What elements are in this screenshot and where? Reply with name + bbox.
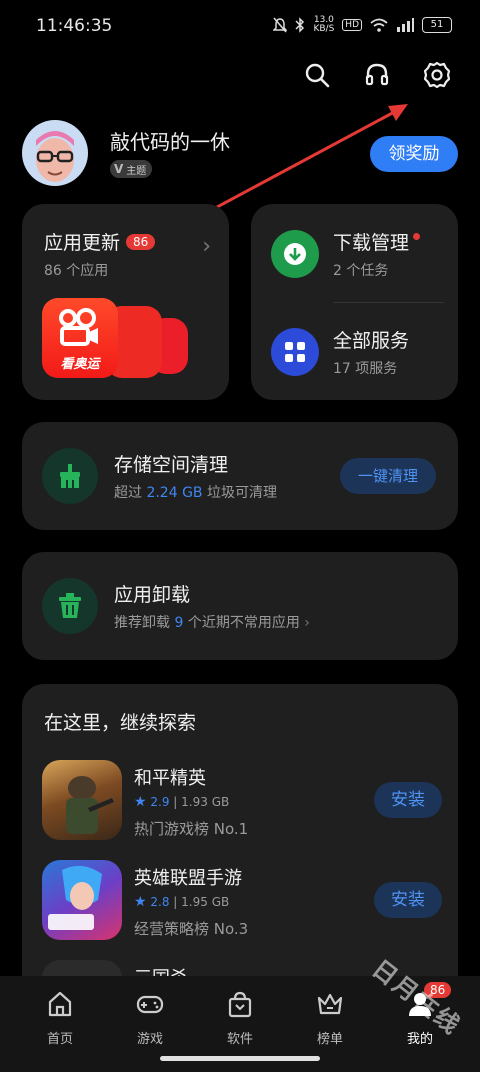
download-icon (271, 230, 319, 278)
game-meta: ★ 2.9 | 1.93 GB (134, 794, 230, 810)
game-item[interactable]: 和平精英 ★ 2.9 | 1.93 GB 热门游戏榜 No.1 安装 (42, 760, 442, 844)
app-uninstall-card[interactable]: 应用卸载 推荐卸载 9 个近期不常用应用 › (22, 552, 458, 660)
home-icon (48, 991, 72, 1017)
uninstall-sub: 推荐卸载 9 个近期不常用应用 › (114, 615, 310, 631)
tab-games[interactable]: 游戏 (112, 990, 188, 1050)
chevron-right-icon: › (304, 615, 310, 631)
home-indicator[interactable] (160, 1056, 320, 1061)
new-dot (413, 233, 421, 240)
shopping-bag-icon (228, 991, 252, 1018)
quick-entry-card: 下载管理 2 个任务 全部服务 17 项服务 (251, 204, 458, 400)
app-update-title: 应用更新 86 (44, 228, 156, 255)
game-rank: 经营策略榜 No.3 (134, 920, 249, 938)
star-icon: ★ (134, 794, 147, 810)
peace-elite-app-icon (42, 760, 122, 840)
install-button[interactable]: 安装 (374, 882, 442, 918)
game-rank: 热门游戏榜 No.1 (134, 820, 249, 838)
tab-rankings[interactable]: 榜单 (292, 990, 368, 1050)
update-app-icons: 看奥运 (42, 298, 192, 388)
download-title: 下载管理 (333, 228, 421, 255)
tab-home[interactable]: 首页 (22, 990, 98, 1050)
game-name: 和平精英 (134, 768, 206, 789)
avatar[interactable] (22, 120, 88, 186)
user-name: 敲代码的一休 (110, 130, 230, 154)
gamepad-icon (136, 995, 164, 1014)
all-services-entry[interactable]: 全部服务 17 项服务 (271, 324, 443, 384)
app-update-sub: 86 个应用 (44, 263, 109, 279)
lol-mobile-app-icon (42, 860, 122, 940)
game-name: 英雄联盟手游 (134, 868, 242, 889)
uninstall-title: 应用卸载 (114, 584, 191, 606)
grid-icon (271, 328, 319, 376)
one-click-clean-button[interactable]: 一键清理 (340, 458, 436, 494)
claim-reward-button[interactable]: 领奖励 (370, 136, 458, 172)
download-sub: 2 个任务 (333, 263, 389, 279)
storage-title: 存储空间清理 (114, 454, 229, 476)
crown-icon (317, 993, 343, 1015)
divider (333, 302, 444, 303)
download-manager-entry[interactable]: 下载管理 2 个任务 (271, 226, 443, 286)
trash-icon (42, 578, 98, 634)
chevron-right-icon: › (202, 234, 211, 259)
profile-header: 敲代码的一休 V 主题 领奖励 (22, 120, 458, 190)
game-meta: ★ 2.8 | 1.95 GB (134, 894, 230, 910)
storage-sub: 超过 2.24 GB 垃圾可清理 (114, 485, 277, 501)
game-item[interactable]: 英雄联盟手游 ★ 2.8 | 1.95 GB 经营策略榜 No.3 安装 (42, 860, 442, 944)
services-sub: 17 项服务 (333, 361, 398, 377)
kuaishou-app-icon: 看奥运 (42, 298, 118, 378)
star-icon: ★ (134, 894, 147, 910)
tab-software[interactable]: 软件 (202, 990, 278, 1050)
app-update-card[interactable]: 应用更新 86 86 个应用 › 看奥运 (22, 204, 229, 400)
v-icon: V (114, 162, 124, 176)
broom-icon (42, 448, 98, 504)
services-title: 全部服务 (333, 330, 410, 352)
explore-title: 在这里，继续探索 (44, 712, 197, 734)
update-count-badge: 86 (126, 234, 156, 250)
install-button[interactable]: 安装 (374, 782, 442, 818)
storage-cleanup-card[interactable]: 存储空间清理 超过 2.24 GB 垃圾可清理 一键清理 (22, 422, 458, 530)
member-tag: V 主题 (110, 160, 153, 178)
